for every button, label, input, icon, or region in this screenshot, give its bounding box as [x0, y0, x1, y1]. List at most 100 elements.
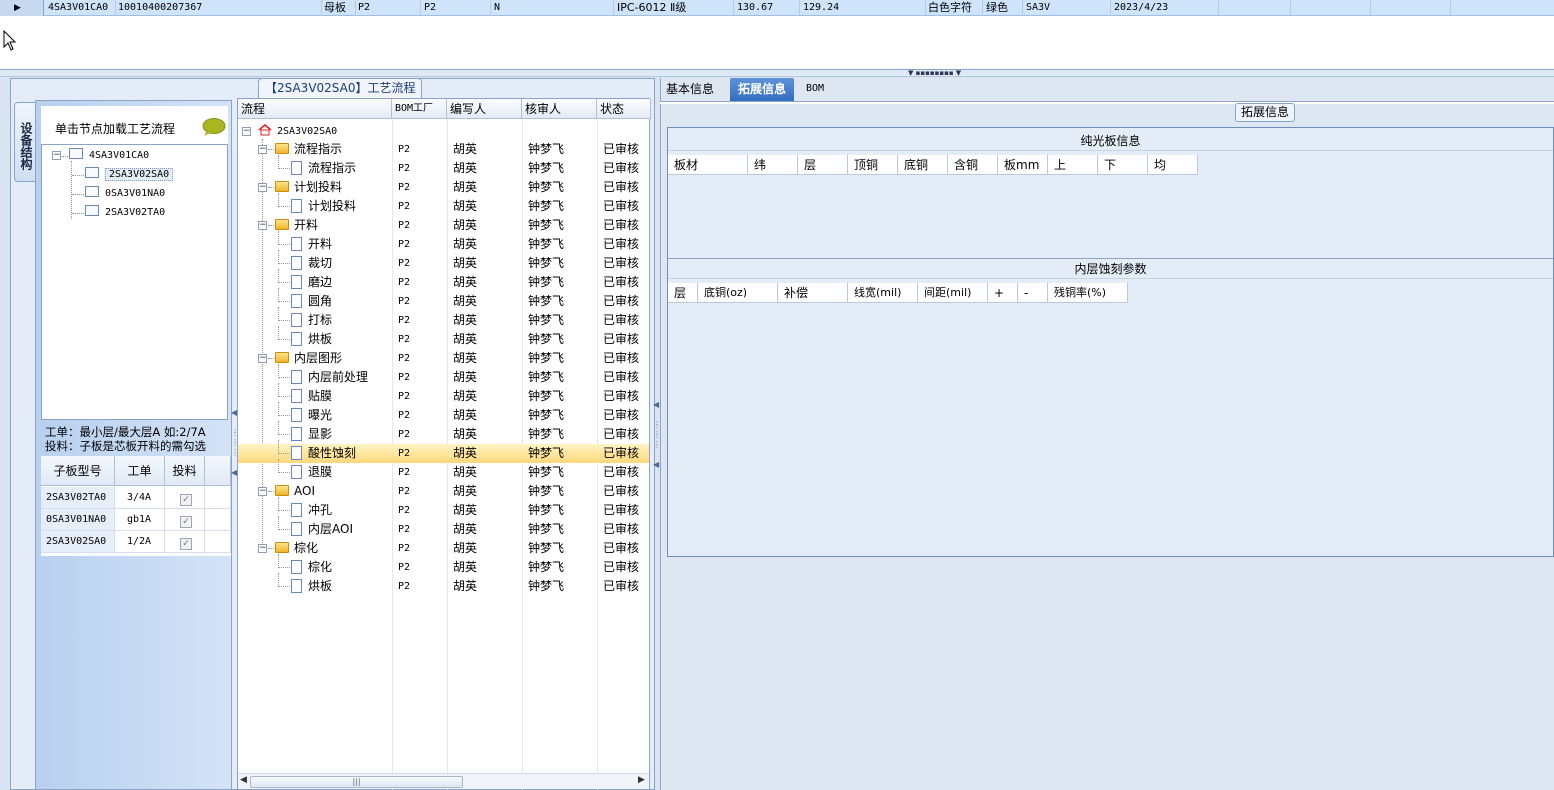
subboard-feed-cell[interactable]: ✓ — [165, 487, 205, 509]
bare-board-column-header[interactable]: 纬 — [748, 155, 798, 175]
structure-node[interactable]: 4SA3V01CA0 — [69, 147, 149, 165]
process-row[interactable]: 退膜 P2 胡英 钟梦飞 已审核 — [238, 463, 649, 482]
order-cell[interactable]: IPC-6012 Ⅱ级 — [617, 0, 686, 16]
subboard-model-cell[interactable]: 2SA3V02TA0 — [41, 487, 115, 509]
inner-etch-column-header[interactable]: 残铜率(%) — [1048, 283, 1128, 303]
collapse-toggle-icon[interactable]: − — [258, 487, 267, 496]
subboard-grid-header[interactable]: 投料 — [165, 456, 205, 486]
process-row[interactable]: 内层图形 P2 胡英 钟梦飞 已审核 — [238, 349, 649, 368]
subboard-grid-header[interactable]: 子板型号 — [41, 456, 115, 486]
process-grid-header[interactable]: 编写人 — [447, 99, 522, 119]
inner-etch-column-header[interactable]: 线宽(mil) — [848, 283, 918, 303]
inner-etch-column-header[interactable]: - — [1018, 283, 1048, 303]
order-cell[interactable]: P2 — [358, 0, 370, 16]
tab-ext-info[interactable]: 拓展信息 — [730, 78, 795, 102]
horizontal-scrollbar[interactable]: ◀ ||| ▶ — [238, 773, 649, 789]
subboard-model-cell[interactable]: 0SA3V01NA0 — [41, 509, 115, 531]
horizontal-splitter[interactable]: ▼ ▪▪▪▪▪▪▪▪ ▼ — [0, 70, 1554, 77]
process-row[interactable]: 酸性蚀刻 P2 胡英 钟梦飞 已审核 — [238, 444, 649, 463]
inner-etch-column-header[interactable]: 底铜(oz) — [698, 283, 778, 303]
process-row[interactable]: 流程指示 P2 胡英 钟梦飞 已审核 — [238, 140, 649, 159]
process-row[interactable]: 显影 P2 胡英 钟梦飞 已审核 — [238, 425, 649, 444]
process-row[interactable]: 打标 P2 胡英 钟梦飞 已审核 — [238, 311, 649, 330]
order-cell[interactable]: 4SA3V01CA0 — [48, 0, 108, 16]
process-row[interactable]: 开料 P2 胡英 钟梦飞 已审核 — [238, 216, 649, 235]
process-row[interactable]: 流程指示 P2 胡英 钟梦飞 已审核 — [238, 159, 649, 178]
order-row[interactable]: ▶ 4SA3V01CA0 10010400207367 母板 P2 P2 N IPC-601… — [0, 0, 1554, 16]
bare-board-column-header[interactable]: 层 — [798, 155, 848, 175]
subboard-model-cell[interactable]: 2SA3V02SA0 — [41, 531, 115, 553]
bare-board-column-header[interactable]: 含铜 — [948, 155, 998, 175]
structure-node[interactable]: 0SA3V01NA0 — [85, 185, 165, 203]
bare-board-column-header[interactable]: 下 — [1098, 155, 1148, 175]
order-cell[interactable]: 绿色 — [986, 0, 1008, 16]
order-cell[interactable]: 129.24 — [803, 0, 839, 16]
process-row[interactable]: 烘板 P2 胡英 钟梦飞 已审核 — [238, 577, 649, 596]
process-row[interactable]: 磨边 P2 胡英 钟梦飞 已审核 — [238, 273, 649, 292]
inner-etch-column-header[interactable]: 层 — [668, 283, 698, 303]
structure-node[interactable]: 2SA3V02SA0 — [85, 166, 174, 184]
order-cell[interactable]: 母板 — [324, 0, 346, 16]
bare-board-column-header[interactable]: 板mm — [998, 155, 1048, 175]
process-row[interactable]: 圆角 P2 胡英 钟梦飞 已审核 — [238, 292, 649, 311]
process-row[interactable]: 贴膜 P2 胡英 钟梦飞 已审核 — [238, 387, 649, 406]
process-row[interactable]: 计划投料 P2 胡英 钟梦飞 已审核 — [238, 178, 649, 197]
inner-etch-column-header[interactable]: 补偿 — [778, 283, 848, 303]
process-row[interactable]: 计划投料 P2 胡英 钟梦飞 已审核 — [238, 197, 649, 216]
scrollbar-thumb[interactable]: ||| — [250, 776, 463, 788]
process-row[interactable]: AOI P2 胡英 钟梦飞 已审核 — [238, 482, 649, 501]
process-row[interactable]: 烘板 P2 胡英 钟梦飞 已审核 — [238, 330, 649, 349]
process-row[interactable]: 曝光 P2 胡英 钟梦飞 已审核 — [238, 406, 649, 425]
process-grid-header[interactable]: 核审人 — [522, 99, 597, 119]
tab-bom[interactable]: BOM — [806, 78, 824, 102]
bare-board-column-header[interactable]: 底铜 — [898, 155, 948, 175]
process-row[interactable]: 棕化 P2 胡英 钟梦飞 已审核 — [238, 539, 649, 558]
collapse-toggle-icon[interactable]: − — [52, 151, 61, 160]
subboard-order-cell[interactable]: 1/2A — [115, 531, 165, 553]
process-row[interactable]: 棕化 P2 胡英 钟梦飞 已审核 — [238, 558, 649, 577]
collapse-toggle-icon[interactable]: − — [242, 127, 251, 136]
splitter-grip-icon[interactable]: ▼ ▪▪▪▪▪▪▪▪ ▼ — [908, 70, 961, 77]
process-row[interactable]: 裁切 P2 胡英 钟梦飞 已审核 — [238, 254, 649, 273]
collapse-toggle-icon[interactable]: − — [258, 145, 267, 154]
subboard-order-cell[interactable]: 3/4A — [115, 487, 165, 509]
bare-board-column-header[interactable]: 上 — [1048, 155, 1098, 175]
feed-checkbox[interactable]: ✓ — [180, 494, 192, 506]
side-tab-structure[interactable]: 设备结构 — [14, 102, 36, 182]
process-root-row[interactable]: 2SA3V02SA0 — [238, 121, 649, 140]
order-cell[interactable]: 白色字符 — [928, 0, 972, 16]
order-cell[interactable]: SA3V — [1026, 0, 1050, 16]
document-icon — [291, 370, 302, 384]
scroll-right-icon[interactable]: ▶ — [638, 775, 645, 785]
order-cell[interactable]: 10010400207367 — [118, 0, 202, 16]
scroll-left-icon[interactable]: ◀ — [240, 775, 247, 785]
subboard-feed-cell[interactable]: ✓ — [165, 509, 205, 531]
process-row[interactable]: 内层前处理 P2 胡英 钟梦飞 已审核 — [238, 368, 649, 387]
collapse-toggle-icon[interactable]: − — [258, 544, 267, 553]
process-row[interactable]: 内层AOI P2 胡英 钟梦飞 已审核 — [238, 520, 649, 539]
subboard-order-cell[interactable]: gb1A — [115, 509, 165, 531]
order-cell[interactable]: 2023/4/23 — [1114, 0, 1168, 16]
tab-basic-info[interactable]: 基本信息 — [666, 78, 714, 102]
feed-checkbox[interactable]: ✓ — [180, 516, 192, 528]
collapse-toggle-icon[interactable]: − — [258, 183, 267, 192]
bare-board-column-header[interactable]: 均 — [1148, 155, 1198, 175]
order-cell[interactable]: 130.67 — [737, 0, 773, 16]
subboard-feed-cell[interactable]: ✓ — [165, 531, 205, 553]
order-cell[interactable]: P2 — [424, 0, 436, 16]
inner-etch-column-header[interactable]: + — [988, 283, 1018, 303]
process-row[interactable]: 开料 P2 胡英 钟梦飞 已审核 — [238, 235, 649, 254]
inner-etch-column-header[interactable]: 间距(mil) — [918, 283, 988, 303]
process-row[interactable]: 冲孔 P2 胡英 钟梦飞 已审核 — [238, 501, 649, 520]
collapse-toggle-icon[interactable]: − — [258, 354, 267, 363]
bare-board-column-header[interactable]: 顶铜 — [848, 155, 898, 175]
subboard-grid-header[interactable]: 工单 — [115, 456, 165, 486]
bare-board-column-header[interactable]: 板材 — [668, 155, 748, 175]
structure-node[interactable]: 2SA3V02TA0 — [85, 204, 165, 222]
order-cell[interactable]: N — [494, 0, 500, 16]
feed-checkbox[interactable]: ✓ — [180, 538, 192, 550]
process-grid-header[interactable]: BOM工厂 — [392, 99, 447, 119]
process-grid-header[interactable]: 流程 — [238, 99, 392, 119]
process-grid-header[interactable]: 状态 — [597, 99, 651, 119]
collapse-toggle-icon[interactable]: − — [258, 221, 267, 230]
